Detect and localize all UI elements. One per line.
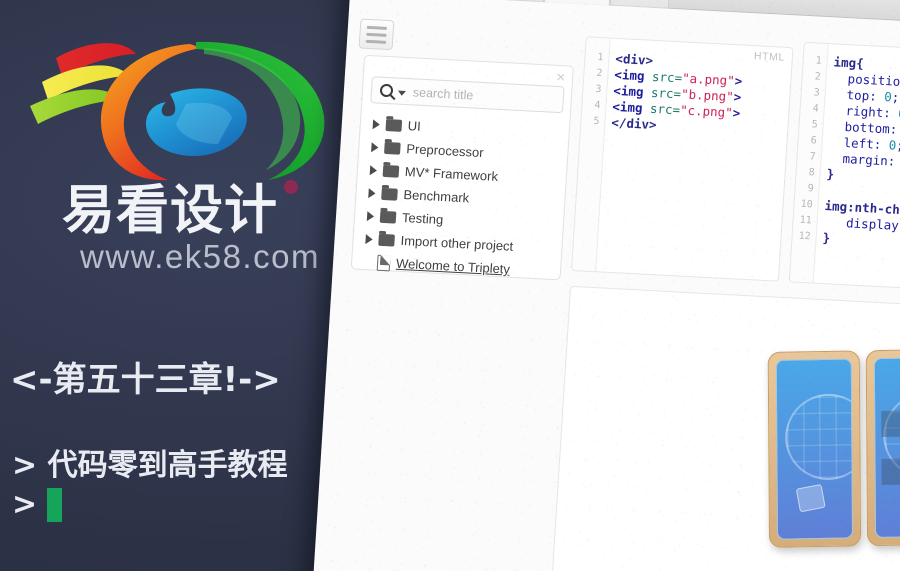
chevron-right-icon[interactable] xyxy=(366,210,375,221)
folder-icon xyxy=(382,164,400,178)
html-editor-panel[interactable]: HTML 1 2 3 4 5 <div> <img src="a.png"> <… xyxy=(571,36,794,282)
chapter-title: <-第五十三章!-> xyxy=(10,360,281,400)
tagline-text: > 代码零到高手教程 xyxy=(12,448,288,483)
preview-pane[interactable] xyxy=(551,285,900,571)
line-number: 9 xyxy=(807,183,815,195)
tree-item-label: Welcome to Triplety xyxy=(395,255,511,277)
line-number: 7 xyxy=(809,151,817,163)
css-editor-panel[interactable]: 1 2 3 4 5 6 7 8 9 10 11 12 img{ position… xyxy=(788,41,900,295)
hamburger-bar xyxy=(366,25,388,30)
line-number: 8 xyxy=(808,167,816,179)
search-placeholder: search title xyxy=(412,84,474,103)
tree-item-label: UI xyxy=(407,118,422,134)
prompt-line: > xyxy=(12,487,63,522)
chevron-right-icon[interactable] xyxy=(372,118,381,130)
line-number: 3 xyxy=(813,87,821,99)
window-tabs: Welcome HTML CSS xyxy=(459,0,671,9)
hamburger-bar xyxy=(365,39,387,44)
line-number: 5 xyxy=(593,115,600,128)
line-number: 6 xyxy=(810,135,818,147)
file-tree-list: UI Preprocessor MV* Framework Benchmark xyxy=(361,112,566,283)
tree-item-label: Benchmark xyxy=(403,187,470,206)
chevron-down-icon[interactable] xyxy=(397,90,407,96)
folder-icon xyxy=(381,187,398,201)
tab-css[interactable]: CSS xyxy=(610,0,671,9)
css-code-area[interactable]: img{ position: abs top: 0; right: 0; bot… xyxy=(820,44,900,293)
chevron-right-icon[interactable] xyxy=(368,187,376,199)
brand-url: www.ek58.com xyxy=(80,238,320,275)
tree-item-label: Import other project xyxy=(400,232,514,254)
line-number: 1 xyxy=(815,55,823,67)
tab-welcome[interactable]: Welcome xyxy=(459,0,546,3)
close-icon[interactable]: × xyxy=(556,69,566,86)
chevron-right-icon[interactable] xyxy=(369,164,378,176)
line-number: 12 xyxy=(798,230,811,243)
text-cursor xyxy=(47,487,63,522)
logo-dot xyxy=(284,180,298,194)
hamburger-bar xyxy=(366,32,387,37)
tree-item-label: Testing xyxy=(401,209,444,228)
file-icon xyxy=(376,254,391,271)
screenshot-root: 易看设计 www.ek58.com <-第五十三章!-> > 代码零到高手教程 … xyxy=(0,0,900,571)
tab-html[interactable]: HTML xyxy=(543,0,612,6)
logotype-text: 易看设计 xyxy=(62,180,278,241)
line-number: 4 xyxy=(594,99,601,112)
folder-icon xyxy=(385,118,403,132)
app-window: Welcome HTML CSS × search title xyxy=(308,0,900,571)
line-number: 4 xyxy=(812,103,820,115)
preview-card xyxy=(767,350,862,548)
search-input[interactable]: search title xyxy=(370,76,565,114)
card-bar xyxy=(881,457,900,485)
chevron-right-icon[interactable] xyxy=(371,141,379,153)
window-titlebar: Welcome HTML CSS xyxy=(350,0,900,29)
card-bar xyxy=(881,409,900,437)
line-number: 1 xyxy=(597,51,604,64)
file-tree-panel: × search title UI Preprocessor MV* Frame… xyxy=(350,54,574,283)
tree-item-label: MV* Framework xyxy=(404,164,499,184)
tree-item-label: Preprocessor xyxy=(405,141,485,161)
image-card-stack xyxy=(767,347,900,571)
hamburger-menu-icon[interactable] xyxy=(358,18,395,51)
folder-icon xyxy=(379,210,397,224)
puzzle-piece-icon xyxy=(795,483,826,513)
code-line: } xyxy=(822,230,831,246)
card-artwork xyxy=(873,356,900,539)
chevron-right-icon[interactable] xyxy=(365,233,373,244)
line-number: 10 xyxy=(800,198,814,211)
line-number: 3 xyxy=(595,83,602,96)
ek58-peacock-logo xyxy=(18,24,338,194)
line-number: 11 xyxy=(799,214,812,227)
card-artwork xyxy=(775,358,854,540)
line-number: 5 xyxy=(811,119,819,131)
globe-icon xyxy=(784,393,854,481)
folder-icon xyxy=(378,233,395,247)
preview-card xyxy=(865,348,900,547)
html-code-area[interactable]: <div> <img src="a.png"> <img src="b.png"… xyxy=(602,39,792,281)
line-number: 2 xyxy=(596,67,603,80)
line-number: 2 xyxy=(814,71,822,83)
search-icon xyxy=(379,83,394,98)
prompt-caret: > xyxy=(12,487,38,522)
folder-icon xyxy=(384,141,401,155)
logotype-chinese: 易看设计 xyxy=(62,180,342,244)
